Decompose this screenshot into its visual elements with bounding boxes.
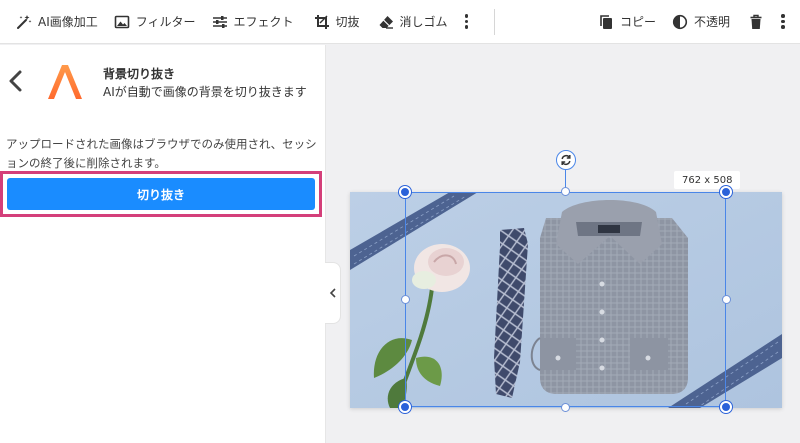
ai-edit-label: AI画像加工: [38, 15, 98, 29]
copy-label: コピー: [619, 15, 656, 29]
shirt-tie-rose-photo: [350, 192, 782, 408]
resize-handle-left[interactable]: [401, 295, 410, 304]
collapse-panel-button[interactable]: [325, 262, 341, 324]
chevron-left-icon: [329, 288, 336, 298]
tool-panel: 背景切り抜き AIが自動で画像の背景を切り抜きます アップロードされた画像はブラ…: [0, 45, 326, 443]
cut-button-highlight: 切り抜き: [0, 171, 322, 217]
ai-edit-button[interactable]: AI画像加工: [10, 0, 104, 44]
crop-icon: [314, 14, 330, 30]
crop-button[interactable]: 切抜: [308, 0, 366, 44]
privacy-description: アップロードされた画像はブラウザでのみ使用され、セッションの終了後に削除されます…: [6, 137, 317, 170]
effect-label: エフェクト: [233, 15, 294, 29]
opacity-icon: [672, 14, 688, 30]
more-options-icon[interactable]: [460, 0, 474, 44]
eraser-button[interactable]: 消しゴム: [372, 0, 454, 44]
sliders-icon: [212, 14, 228, 30]
more-options-right-icon[interactable]: [776, 0, 790, 44]
canvas-image[interactable]: [350, 192, 782, 408]
eraser-label: 消しゴム: [399, 15, 448, 29]
tool-title: 背景切り抜き: [103, 67, 176, 81]
tool-subtitle: AIが自動で画像の背景を切り抜きます: [103, 85, 307, 99]
resize-handle-bottom-left[interactable]: [399, 401, 411, 413]
toolbar-divider: [493, 8, 495, 35]
eraser-icon: [378, 14, 394, 30]
crop-label: 切抜: [335, 15, 360, 29]
copy-button[interactable]: コピー: [592, 0, 662, 44]
resize-handle-top-left[interactable]: [399, 186, 411, 198]
resize-handle-top-right[interactable]: [720, 186, 732, 198]
effect-button[interactable]: エフェクト: [206, 0, 300, 44]
resize-handle-right[interactable]: [722, 295, 731, 304]
back-arrow-icon[interactable]: [4, 67, 26, 95]
image-size-label: 762 x 508: [674, 171, 741, 189]
opacity-button[interactable]: 不透明: [666, 0, 736, 44]
top-toolbar: AI画像加工 フィルター エフェクト 切抜 消しゴム コピー 不透明: [0, 0, 800, 44]
trash-icon: [748, 14, 764, 30]
resize-handle-top[interactable]: [561, 187, 570, 196]
copy-icon: [598, 14, 614, 30]
delete-button[interactable]: [742, 0, 770, 44]
background-removal-logo-icon: [42, 59, 88, 105]
filter-button[interactable]: フィルター: [108, 0, 202, 44]
magic-wand-icon: [16, 14, 32, 30]
opacity-label: 不透明: [693, 15, 730, 29]
image-icon: [114, 14, 130, 30]
resize-handle-bottom[interactable]: [561, 403, 570, 412]
cut-out-button[interactable]: 切り抜き: [7, 178, 315, 210]
resize-handle-bottom-right[interactable]: [720, 401, 732, 413]
filter-label: フィルター: [135, 15, 196, 29]
rotate-icon[interactable]: [556, 150, 576, 170]
